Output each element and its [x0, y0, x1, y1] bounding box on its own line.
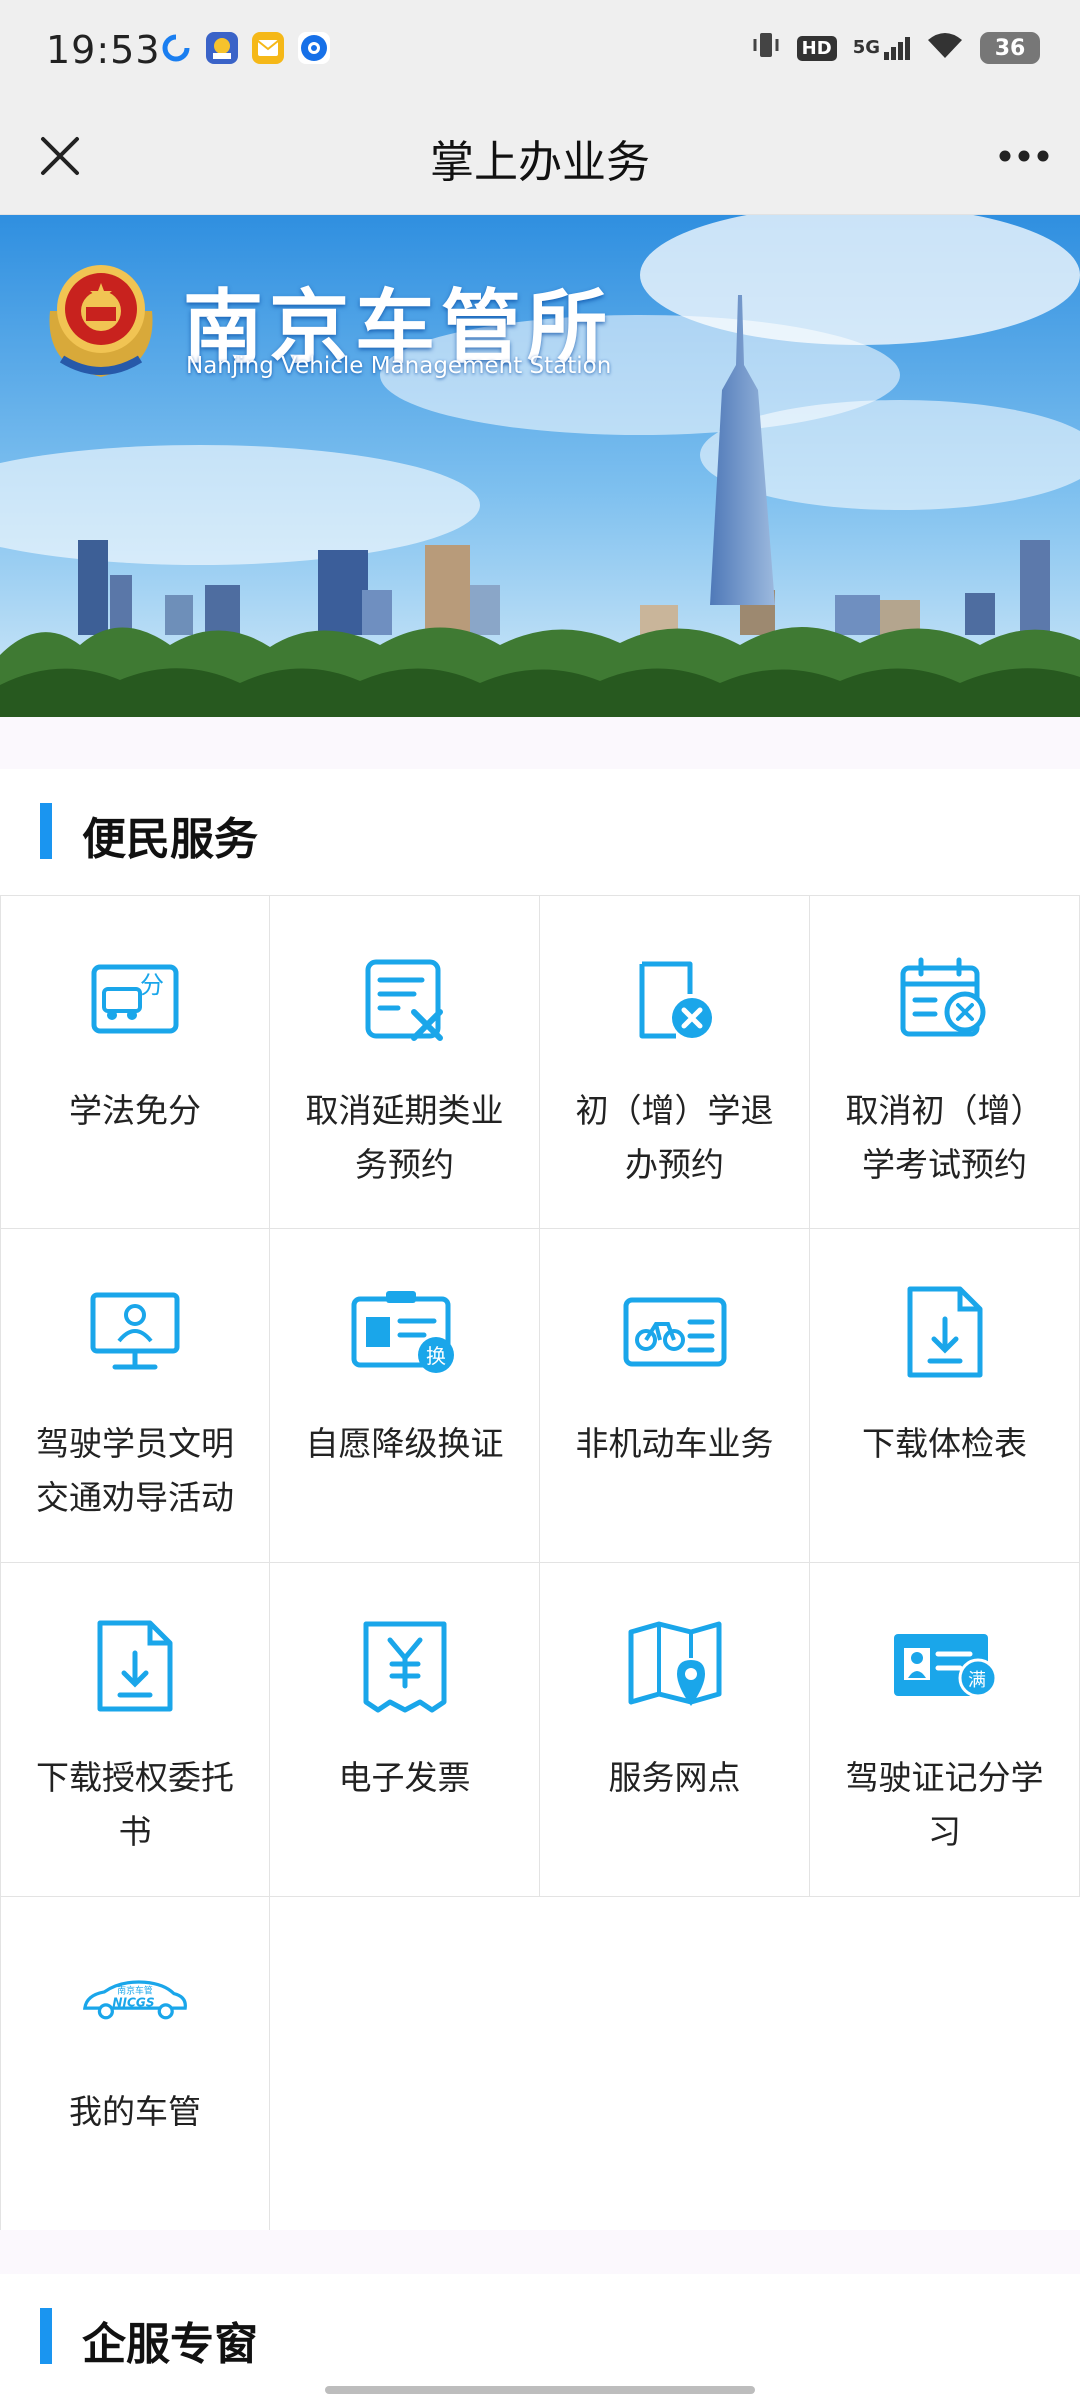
cancel-document-icon [350, 944, 460, 1054]
study-deduction-icon: 分 [80, 944, 190, 1054]
id-card-full-icon: 满 [890, 1611, 1000, 1721]
notification-icons [160, 32, 330, 64]
service-item-my-vehicle-mgmt[interactable]: 南京车管 NJCGS 我的车管 [0, 1897, 270, 2231]
police-emblem [40, 251, 162, 381]
service-item-download-medical-form[interactable]: 下载体检表 [810, 1229, 1080, 1563]
section-accent-bar [40, 2308, 52, 2364]
status-time: 19:53 [46, 28, 161, 72]
more-button[interactable] [992, 124, 1056, 188]
service-item-cancel-delay[interactable]: 取消延期类业务预约 [270, 895, 540, 1229]
section-header-convenience: 便民服务 [0, 769, 1080, 895]
mail-app-icon [252, 32, 284, 64]
banner: 南京车管所 Nanjing Vehicle Management Station [0, 215, 1080, 717]
cancel-booking-icon [620, 944, 730, 1054]
page-title: 掌上办业务 [430, 137, 650, 188]
service-item-cancel-learning[interactable]: 初（增）学退办预约 [540, 895, 810, 1229]
svg-text:NJCGS: NJCGS [112, 1995, 155, 2009]
battery-indicator: 36 [980, 32, 1040, 64]
bicycle-card-icon [620, 1277, 730, 1387]
service-item-label: 下载体检表 [862, 1424, 1027, 1463]
svg-text:满: 满 [968, 1670, 986, 1691]
service-item-label: 非机动车业务 [575, 1424, 774, 1463]
section-accent-bar [40, 803, 52, 859]
service-item-label: 我的车管 [69, 2092, 201, 2131]
section-title: 便民服务 [82, 814, 258, 865]
section-header-enterprise: 企服专窗 [0, 2274, 1080, 2400]
section-spacer [0, 2230, 1080, 2274]
service-item-study-deduction[interactable]: 分 学法免分 [0, 895, 270, 1229]
service-item-traffic-campaign[interactable]: 驾驶学员文明交通劝导活动 [0, 1229, 270, 1563]
more-icon [999, 150, 1049, 162]
njcgs-car-icon: 南京车管 NJCGS [80, 1945, 190, 2055]
service-item-downgrade-license[interactable]: 换 自愿降级换证 [270, 1229, 540, 1563]
download-document-icon [80, 1611, 190, 1721]
map-pin-icon [620, 1611, 730, 1721]
cancel-calendar-icon [890, 944, 1000, 1054]
service-item-label: 取消延期类业务预约 [305, 1091, 504, 1184]
game-app-icon [206, 32, 238, 64]
service-item-label: 服务网点 [608, 1758, 741, 1797]
status-indicators: HD 5G 36 [751, 30, 1040, 66]
vibrate-icon [751, 30, 781, 66]
section-spacer [0, 717, 1080, 769]
invoice-icon [350, 1611, 460, 1721]
id-card-swap-icon: 换 [350, 1277, 460, 1387]
service-item-label: 电子发票 [338, 1758, 471, 1797]
wifi-icon [926, 30, 964, 66]
download-document-icon [890, 1277, 1000, 1387]
svg-text:分: 分 [140, 971, 164, 999]
messenger-app-icon [298, 32, 330, 64]
section-title: 企服专窗 [82, 2319, 258, 2370]
svg-text:换: 换 [426, 1344, 446, 1368]
banner-subtitle: Nanjing Vehicle Management Station [186, 353, 612, 379]
service-item-label: 下载授权委托书 [36, 1758, 234, 1851]
service-item-label: 初（增）学退办预约 [575, 1091, 774, 1184]
service-item-label: 驾驶学员文明交通劝导活动 [36, 1424, 234, 1517]
service-grid: 分 学法免分 取消延期类业务预约 初（增）学退办预约 取消初（增）学考试预约 驾… [0, 895, 1080, 2231]
title-bar: 掌上办业务 [0, 100, 1080, 215]
service-item-e-invoice[interactable]: 电子发票 [270, 1563, 540, 1897]
service-item-cancel-exam[interactable]: 取消初（增）学考试预约 [810, 895, 1080, 1229]
service-item-label: 学法免分 [69, 1091, 201, 1130]
service-item-label: 自愿降级换证 [305, 1424, 504, 1463]
signal-icon: 5G [852, 36, 910, 60]
network-type: 5G [852, 36, 880, 58]
service-item-label: 驾驶证记分学习 [845, 1758, 1044, 1851]
hd-badge: HD [796, 35, 837, 61]
service-item-label: 取消初（增）学考试预约 [845, 1091, 1044, 1184]
home-indicator[interactable] [325, 2386, 755, 2394]
status-bar: 19:53 HD 5G 36 [0, 0, 1080, 100]
browser-app-icon [160, 32, 192, 64]
service-item-non-motor[interactable]: 非机动车业务 [540, 1229, 810, 1563]
monitor-person-icon [80, 1277, 190, 1387]
service-item-license-points-study[interactable]: 满 驾驶证记分学习 [810, 1563, 1080, 1897]
service-item-service-points[interactable]: 服务网点 [540, 1563, 810, 1897]
service-item-download-authorization[interactable]: 下载授权委托书 [0, 1563, 270, 1897]
